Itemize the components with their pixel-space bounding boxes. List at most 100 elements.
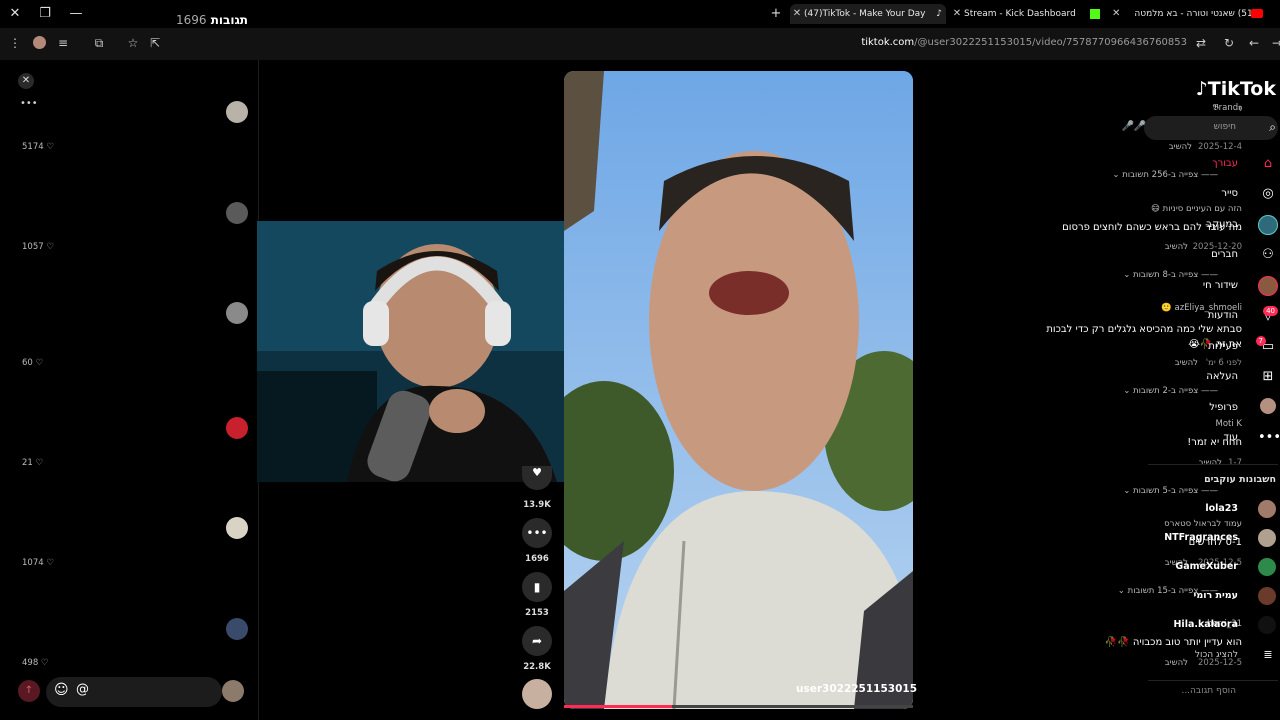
home-icon[interactable]: ⌂ (1258, 154, 1278, 174)
nav-for-you[interactable]: עבורך (1212, 158, 1238, 169)
upload-icon[interactable]: ⊞ (1258, 367, 1278, 387)
following-avatar-icon[interactable] (1258, 215, 1278, 235)
avatar[interactable] (1258, 529, 1276, 547)
tab-youtube[interactable]: (512) שאנטי וטורה - בא מלמטה (1112, 4, 1262, 24)
avatar[interactable] (226, 302, 248, 324)
avatar[interactable] (226, 517, 248, 539)
search-icon[interactable]: ⌕ (1269, 120, 1276, 135)
video-username[interactable]: user3022251153015 (796, 683, 917, 695)
comment-username[interactable]: הזה עם העיניים סיניות 😄 (1151, 204, 1242, 214)
media-control-icon[interactable]: ≡ (54, 34, 72, 52)
nav-explore[interactable]: סייר (1221, 188, 1238, 199)
comment-username[interactable]: 𝕭rand𝖞 (1213, 103, 1242, 113)
bookmark-star-icon[interactable]: ☆ (124, 34, 142, 52)
comment-date: 1-7 (1228, 458, 1242, 468)
reply-button[interactable]: להשיב (1199, 458, 1222, 468)
new-tab-icon[interactable]: + (766, 4, 786, 24)
line-divider-icon: —— (1198, 386, 1218, 396)
comment-likes[interactable]: 1074 ♡ (22, 558, 54, 568)
nav-friends[interactable]: חברים (1211, 249, 1238, 260)
comment-username[interactable]: Moti K (1215, 419, 1242, 429)
nav-upload[interactable]: העלאה (1206, 371, 1238, 382)
reply-button[interactable]: להשיב (1165, 242, 1188, 252)
view-replies-button[interactable]: —— צפייה ב-8 תשובות ⌄ (1123, 270, 1218, 280)
close-tab-icon[interactable]: ✕ (1112, 4, 1126, 24)
tiktok-favicon-icon: ♪ (936, 9, 942, 19)
comment-likes[interactable]: 498 ♡ (22, 658, 49, 668)
reply-button[interactable]: להשיב (1175, 358, 1198, 368)
profile-avatar-icon[interactable] (30, 34, 48, 52)
reply-button[interactable]: להשיב (1169, 142, 1192, 152)
video-player[interactable] (564, 71, 913, 709)
nav-profile[interactable]: פרופיל (1209, 402, 1238, 413)
extensions-icon[interactable]: ⧉ (90, 34, 108, 52)
following-account[interactable]: lola23 (1205, 503, 1238, 514)
close-tab-icon[interactable]: ✕ (950, 4, 964, 24)
mention-icon[interactable]: @ (76, 682, 89, 697)
show-all-link[interactable]: להציג הכול (1195, 650, 1238, 660)
tab-label: (47)TikTok - Make Your Day (804, 9, 926, 19)
tab-kick[interactable]: ✕ Stream - Kick Dashboard (950, 4, 1080, 24)
nav-live[interactable]: שידור חי (1203, 280, 1238, 291)
line-divider-icon: —— (1198, 486, 1218, 496)
comment-likes[interactable]: 21 ♡ (22, 458, 43, 468)
compass-icon[interactable]: ◎ (1258, 184, 1278, 204)
view-replies-button[interactable]: —— צפייה ב-2 תשובות ⌄ (1123, 386, 1218, 396)
avatar[interactable] (226, 101, 248, 123)
close-tab-icon[interactable]: ✕ (790, 4, 804, 24)
reload-icon[interactable]: ↻ (1220, 34, 1238, 52)
profile-avatar-icon[interactable] (1258, 398, 1278, 418)
tiktok-logo[interactable]: ♪TikTok (1196, 78, 1276, 100)
list-icon[interactable]: ≣ (1258, 645, 1278, 665)
nav-more[interactable]: עוד (1224, 432, 1238, 443)
share-arrow-icon[interactable]: ➦ (522, 626, 552, 656)
comment-likes[interactable]: 1057 ♡ (22, 242, 54, 252)
view-replies-button[interactable]: —— צפייה ב-256 תשובות ⌄ (1112, 170, 1218, 180)
avatar[interactable] (226, 202, 248, 224)
back-icon[interactable]: ← (1245, 34, 1263, 52)
share-page-icon[interactable]: ⇱ (146, 34, 164, 52)
following-account[interactable]: GameXuber (1175, 561, 1238, 572)
nav-inbox[interactable]: הודעות (1208, 310, 1238, 321)
forward-icon[interactable]: → (1268, 34, 1280, 52)
nav-activity[interactable]: פעילות (1208, 341, 1238, 352)
view-replies-button[interactable]: —— צפייה ב-5 תשובות ⌄ (1123, 486, 1218, 496)
like-count: 498 (22, 658, 39, 668)
more-icon[interactable]: ••• (1258, 428, 1280, 448)
comment-likes[interactable]: 5174 ♡ (22, 142, 54, 152)
comment-likes[interactable]: 60 ♡ (22, 358, 43, 368)
close-comments-icon[interactable]: ✕ (18, 73, 34, 89)
site-settings-icon[interactable]: ⇄ (1192, 34, 1210, 52)
tab-tiktok[interactable]: ✕ (47)TikTok - Make Your Day ♪ (790, 4, 946, 24)
tab-label: (512) שאנטי וטורה - בא מלמטה (1134, 9, 1262, 19)
menu-dots-icon[interactable]: ⋮ (6, 34, 24, 52)
comment-date: 2025-12-4 (1198, 142, 1242, 152)
following-account[interactable]: עמית רומי (1194, 590, 1238, 601)
bookmark-icon[interactable]: ▮ (522, 572, 552, 602)
avatar[interactable] (1258, 587, 1276, 605)
like-heart-icon[interactable]: ♥ (522, 466, 552, 490)
reply-button[interactable]: להשיב (1165, 658, 1188, 668)
avatar[interactable] (1258, 500, 1276, 518)
post-comment-button[interactable]: ↑ (18, 680, 40, 702)
following-account[interactable]: Hila.kalaora (1173, 619, 1238, 630)
avatar[interactable] (226, 618, 248, 640)
url-field[interactable]: tiktok.com/@user3022251153015/video/7578… (861, 37, 1187, 48)
nav-following[interactable]: במעקב (1206, 219, 1238, 230)
avatar[interactable] (1258, 558, 1276, 576)
view-replies-label: צפייה ב-8 תשובות (1133, 270, 1199, 280)
comment-username[interactable]: עמוד לבראול סטארס (1164, 519, 1242, 529)
more-options-icon[interactable]: ••• (20, 98, 38, 109)
comment-bubble-icon[interactable]: ••• (522, 518, 552, 548)
search-input[interactable] (1144, 116, 1278, 140)
creator-avatar[interactable] (522, 679, 552, 709)
avatar[interactable] (226, 417, 248, 439)
comment-input[interactable] (46, 677, 222, 707)
avatar[interactable] (1258, 616, 1276, 634)
live-icon[interactable] (1258, 276, 1278, 296)
emoji-icon[interactable]: ☺ (54, 682, 69, 698)
following-account[interactable]: NTFragrances (1164, 532, 1238, 543)
view-replies-label: צפייה ב-256 תשובות (1122, 170, 1199, 180)
friends-icon[interactable]: ⚇ (1258, 245, 1278, 265)
video-progress-bar[interactable] (564, 705, 913, 708)
